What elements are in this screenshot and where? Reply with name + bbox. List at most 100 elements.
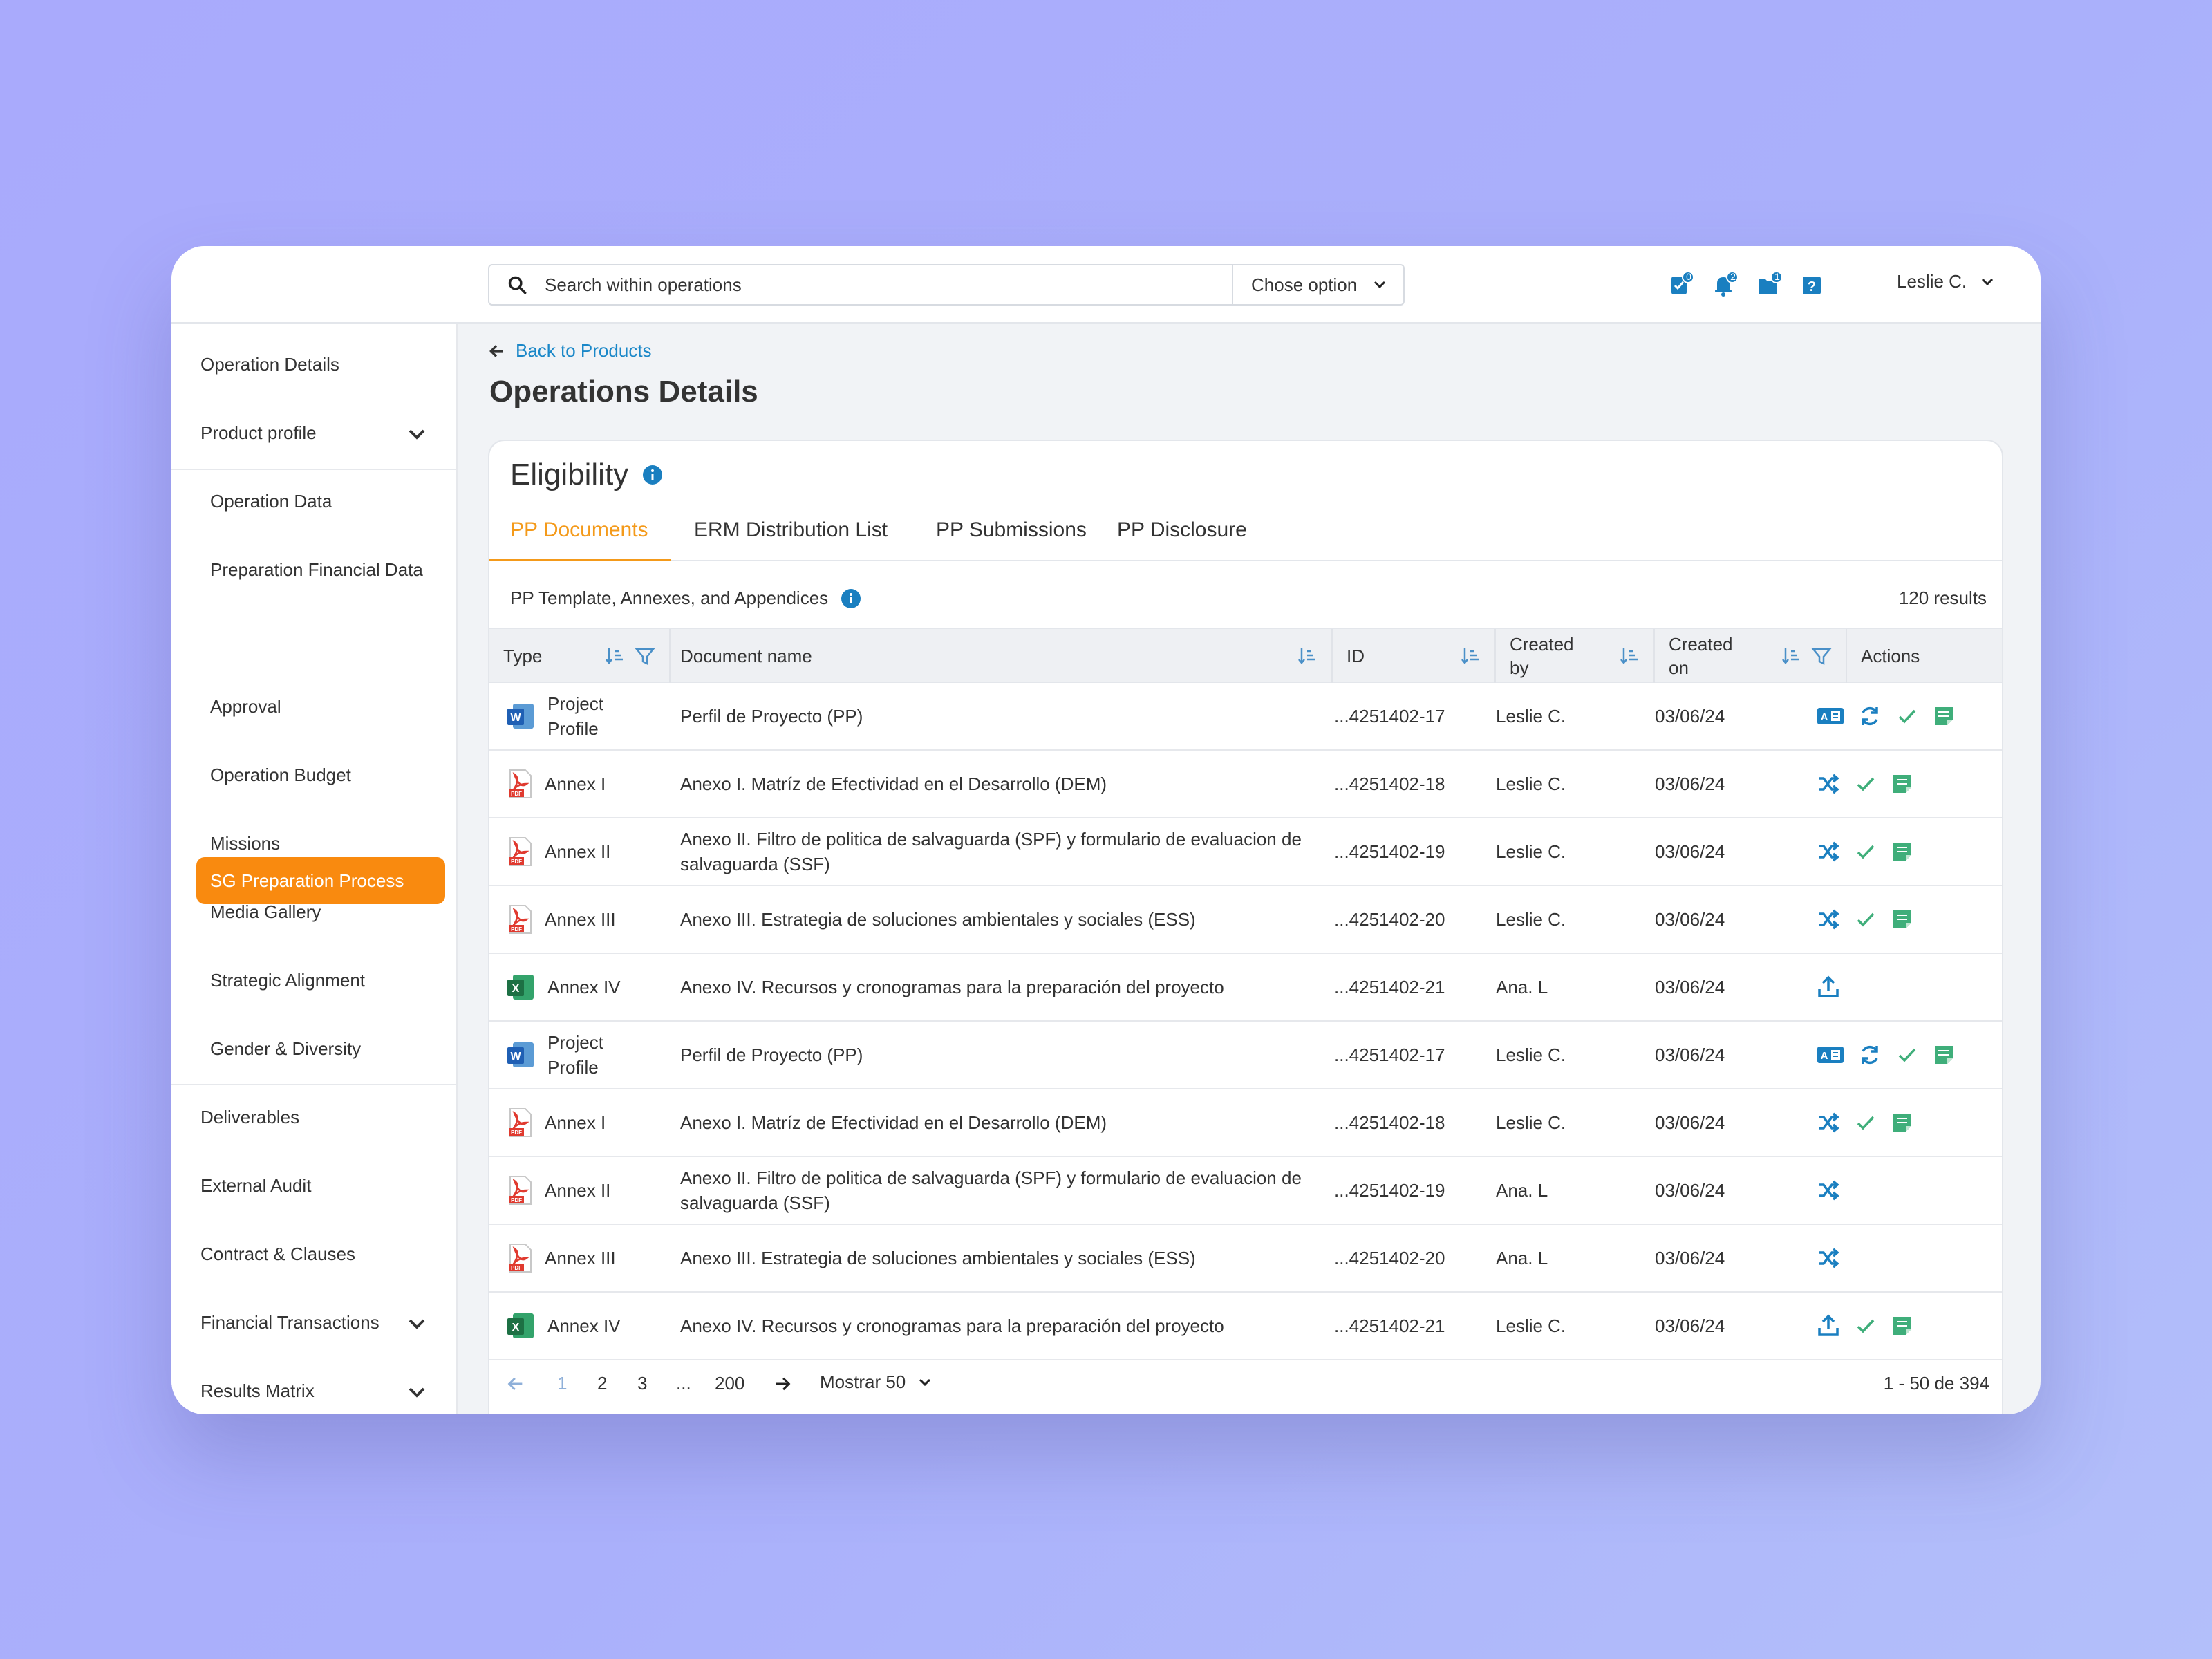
column-header-created-on[interactable]: Created on <box>1655 629 1847 683</box>
note-icon[interactable] <box>1933 1044 1955 1066</box>
page-2[interactable]: 2 <box>597 1373 607 1394</box>
page-size-select[interactable]: Mostrar 50 <box>820 1371 933 1393</box>
table-row[interactable]: W Project Profile Perfil de Proyecto (PP… <box>489 1022 2002 1089</box>
table-row[interactable]: X Annex IV Anexo IV. Recursos y cronogra… <box>489 1293 2002 1360</box>
sidebar-item-media-gallery[interactable]: Media Gallery <box>171 878 456 946</box>
sidebar-item-results-matrix[interactable]: Results Matrix <box>171 1357 456 1414</box>
sidebar-item-strategic-alignment[interactable]: Strategic Alignment <box>171 946 456 1015</box>
check-icon[interactable] <box>1854 908 1877 931</box>
tab-pp-submissions[interactable]: PP Submissions <box>936 518 1087 561</box>
sort-icon[interactable] <box>1781 646 1801 666</box>
shuffle-icon[interactable] <box>1817 1179 1840 1202</box>
page-200[interactable]: 200 <box>715 1373 744 1394</box>
table-row[interactable]: PDF Annex II Anexo II. Filtro de politic… <box>489 1157 2002 1225</box>
info-icon[interactable] <box>642 465 663 485</box>
check-icon[interactable] <box>1854 1111 1877 1134</box>
column-header-created-by[interactable]: Created by <box>1496 629 1655 683</box>
table-row[interactable]: PDF Annex II Anexo II. Filtro de politic… <box>489 818 2002 886</box>
sidebar-item-approval[interactable]: Approval <box>171 673 456 741</box>
sort-icon[interactable] <box>1460 646 1481 666</box>
sidebar-item-gender-diversity[interactable]: Gender & Diversity <box>171 1015 456 1083</box>
shuffle-icon[interactable] <box>1817 772 1840 796</box>
shuffle-icon[interactable] <box>1817 1246 1840 1270</box>
upload-icon[interactable] <box>1817 975 1840 999</box>
search-icon[interactable] <box>489 275 545 294</box>
shuffle-icon[interactable] <box>1817 908 1840 931</box>
table-row[interactable]: PDF Annex III Anexo III. Estrategia de s… <box>489 1225 2002 1293</box>
check-icon[interactable] <box>1895 1043 1919 1067</box>
chevron-down-icon <box>1374 281 1386 289</box>
tasks-icon[interactable]: 0 <box>1667 271 1695 299</box>
column-header-type[interactable]: Type <box>489 629 671 683</box>
cell-document-name[interactable]: Anexo I. Matríz de Efectividad en el Des… <box>680 1089 1316 1156</box>
sort-icon[interactable] <box>604 646 625 666</box>
help-icon[interactable]: ? <box>1797 271 1825 299</box>
check-icon[interactable] <box>1854 1314 1877 1338</box>
user-menu[interactable]: Leslie C. <box>1897 271 1996 292</box>
table-row[interactable]: X Annex IV Anexo IV. Recursos y cronogra… <box>489 954 2002 1022</box>
sort-icon[interactable] <box>1297 646 1318 666</box>
folder-icon[interactable]: 1 <box>1756 271 1783 299</box>
note-icon[interactable] <box>1891 1112 1913 1134</box>
page-1[interactable]: 1 <box>557 1373 567 1394</box>
check-icon[interactable] <box>1895 704 1919 728</box>
cell-actions <box>1817 886 1996 953</box>
note-icon[interactable] <box>1891 1315 1913 1337</box>
filter-icon[interactable] <box>1811 646 1832 666</box>
search-input[interactable]: Search within operations <box>545 274 1232 296</box>
column-header-document-name[interactable]: Document name <box>671 629 1333 683</box>
table-row[interactable]: PDF Annex III Anexo III. Estrategia de s… <box>489 886 2002 954</box>
cell-document-name[interactable]: Anexo III. Estrategia de soluciones ambi… <box>680 1225 1316 1291</box>
cell-document-name[interactable]: Anexo I. Matríz de Efectividad en el Des… <box>680 751 1316 817</box>
cell-created-by: Ana. L <box>1496 1248 1548 1268</box>
sidebar-item-preparation-financial-data[interactable]: Preparation Financial Data <box>171 536 456 604</box>
refresh-icon[interactable] <box>1858 704 1882 728</box>
sidebar-item-financial-transactions[interactable]: Financial Transactions <box>171 1288 456 1357</box>
prev-page-arrow-icon[interactable] <box>506 1374 525 1394</box>
sidebar-item-external-audit[interactable]: External Audit <box>171 1152 456 1220</box>
cell-document-name[interactable]: Anexo IV. Recursos y cronogramas para la… <box>680 1293 1316 1359</box>
sidebar-item-operation-details[interactable]: Operation Details <box>171 330 456 399</box>
back-to-products-link[interactable]: Back to Products <box>488 340 652 362</box>
note-icon[interactable] <box>1891 773 1913 795</box>
cell-document-name[interactable]: Anexo III. Estrategia de soluciones ambi… <box>680 886 1316 953</box>
note-icon[interactable] <box>1933 705 1955 727</box>
sidebar-item-missions[interactable]: Missions <box>171 809 456 878</box>
tab-pp-disclosure[interactable]: PP Disclosure <box>1117 518 1247 561</box>
info-icon[interactable] <box>841 588 861 609</box>
column-header-id[interactable]: ID <box>1333 629 1496 683</box>
cell-document-name[interactable]: Perfil de Proyecto (PP) <box>680 683 1316 749</box>
translate-icon[interactable]: A <box>1817 1043 1844 1067</box>
note-icon[interactable] <box>1891 841 1913 863</box>
shuffle-icon[interactable] <box>1817 1111 1840 1134</box>
sidebar-item-operation-budget[interactable]: Operation Budget <box>171 741 456 809</box>
check-icon[interactable] <box>1854 840 1877 863</box>
cell-document-name[interactable]: Anexo II. Filtro de politica de salvagua… <box>680 1157 1316 1224</box>
filter-icon[interactable] <box>635 646 655 666</box>
refresh-icon[interactable] <box>1858 1043 1882 1067</box>
check-icon[interactable] <box>1854 772 1877 796</box>
page-3[interactable]: 3 <box>637 1373 647 1394</box>
sidebar-item-product-profile[interactable]: Product profile <box>171 399 456 467</box>
shuffle-icon[interactable] <box>1817 840 1840 863</box>
translate-icon[interactable]: A <box>1817 704 1844 728</box>
table-row[interactable]: PDF Annex I Anexo I. Matríz de Efectivid… <box>489 1089 2002 1157</box>
cell-document-name[interactable]: Anexo IV. Recursos y cronogramas para la… <box>680 954 1316 1020</box>
sort-icon[interactable] <box>1619 646 1640 666</box>
table-row[interactable]: W Project Profile Perfil de Proyecto (PP… <box>489 683 2002 751</box>
bell-icon[interactable]: 2 <box>1712 271 1739 299</box>
cell-id: ...4251402-20 <box>1334 1248 1445 1268</box>
search-bar: Search within operations Chose option <box>488 264 1405 306</box>
sidebar-item-operation-data[interactable]: Operation Data <box>171 467 456 536</box>
tab-pp-documents[interactable]: PP Documents <box>510 518 648 561</box>
next-page-arrow-icon[interactable] <box>773 1374 792 1394</box>
sidebar-item-deliverables[interactable]: Deliverables <box>171 1083 456 1152</box>
sidebar-item-contract-clauses[interactable]: Contract & Clauses <box>171 1220 456 1288</box>
upload-icon[interactable] <box>1817 1314 1840 1338</box>
cell-document-name[interactable]: Perfil de Proyecto (PP) <box>680 1022 1316 1088</box>
cell-document-name[interactable]: Anexo II. Filtro de politica de salvagua… <box>680 818 1316 885</box>
table-row[interactable]: PDF Annex I Anexo I. Matríz de Efectivid… <box>489 751 2002 818</box>
note-icon[interactable] <box>1891 908 1913 930</box>
tab-erm-distribution-list[interactable]: ERM Distribution List <box>694 518 888 561</box>
search-option-select[interactable]: Chose option <box>1232 265 1403 304</box>
